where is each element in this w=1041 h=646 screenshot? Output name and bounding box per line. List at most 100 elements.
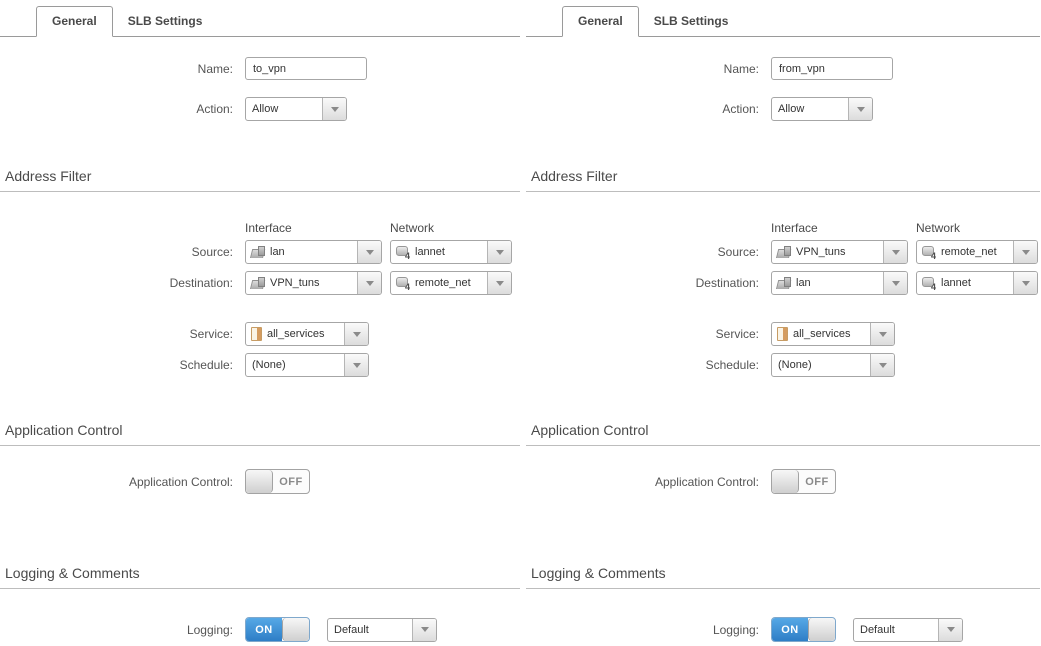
source-interface-value: lan <box>270 246 285 258</box>
application-control-toggle[interactable]: OFF <box>245 469 310 494</box>
chevron-down-icon <box>883 272 907 294</box>
service-dropdown[interactable]: all_services <box>771 322 895 346</box>
destination-interface-value: lan <box>796 277 811 289</box>
name-input[interactable] <box>245 57 367 80</box>
chevron-down-icon <box>357 272 381 294</box>
ip4-network-icon <box>922 277 936 290</box>
destination-label: Destination: <box>0 276 233 290</box>
chevron-down-icon <box>1013 241 1037 263</box>
dual-policy-view: General SLB Settings Name: Action: Allow… <box>0 0 1041 646</box>
logging-comments-heading: Logging & Comments <box>526 565 1040 589</box>
schedule-value: (None) <box>772 359 870 371</box>
destination-network-value: remote_net <box>415 277 471 289</box>
destination-interface-value: VPN_tuns <box>270 277 320 289</box>
tab-general[interactable]: General <box>562 6 639 37</box>
name-label: Name: <box>0 62 233 76</box>
service-label: Service: <box>0 327 233 341</box>
policy-panel-to-vpn: General SLB Settings Name: Action: Allow… <box>0 0 520 646</box>
service-value: all_services <box>267 328 324 340</box>
chevron-down-icon <box>1013 272 1037 294</box>
action-dropdown[interactable]: Allow <box>245 97 347 121</box>
destination-label: Destination: <box>526 276 759 290</box>
ip4-network-icon <box>396 246 410 259</box>
log-settings-dropdown[interactable]: Default <box>327 618 437 642</box>
ip4-network-icon <box>922 246 936 259</box>
application-control-label: Application Control: <box>526 475 759 489</box>
service-dropdown[interactable]: all_services <box>245 322 369 346</box>
toggle-knob <box>282 618 309 641</box>
toggle-state: ON <box>246 618 282 641</box>
chevron-down-icon <box>487 272 511 294</box>
application-control-heading: Application Control <box>526 422 1040 446</box>
network-column-header: Network <box>390 221 434 235</box>
chevron-down-icon <box>487 241 511 263</box>
service-icon <box>251 327 262 341</box>
toggle-state: OFF <box>273 470 309 493</box>
chevron-down-icon <box>322 98 346 120</box>
chevron-down-icon <box>870 323 894 345</box>
action-label: Action: <box>0 102 233 116</box>
application-control-toggle[interactable]: OFF <box>771 469 836 494</box>
action-value: Allow <box>246 103 322 115</box>
logging-toggle[interactable]: ON <box>771 617 836 642</box>
log-settings-value: Default <box>328 624 412 636</box>
address-filter-heading: Address Filter <box>0 168 520 192</box>
network-column-header: Network <box>916 221 960 235</box>
interface-column-header: Interface <box>771 221 916 235</box>
log-settings-dropdown[interactable]: Default <box>853 618 963 642</box>
logging-comments-heading: Logging & Comments <box>0 565 520 589</box>
action-dropdown[interactable]: Allow <box>771 97 873 121</box>
interface-icon <box>777 277 791 289</box>
toggle-knob <box>808 618 835 641</box>
action-label: Action: <box>526 102 759 116</box>
tab-general[interactable]: General <box>36 6 113 37</box>
interface-icon <box>251 246 265 258</box>
tab-slb-settings[interactable]: SLB Settings <box>113 7 218 36</box>
schedule-value: (None) <box>246 359 344 371</box>
tab-slb-settings[interactable]: SLB Settings <box>639 7 744 36</box>
source-interface-dropdown[interactable]: lan <box>245 240 382 264</box>
schedule-label: Schedule: <box>0 358 233 372</box>
source-interface-value: VPN_tuns <box>796 246 846 258</box>
source-interface-dropdown[interactable]: VPN_tuns <box>771 240 908 264</box>
interface-column-header: Interface <box>245 221 390 235</box>
destination-network-value: lannet <box>941 277 971 289</box>
logging-label: Logging: <box>526 623 759 637</box>
service-icon <box>777 327 788 341</box>
destination-network-dropdown[interactable]: remote_net <box>390 271 512 295</box>
schedule-dropdown[interactable]: (None) <box>771 353 895 377</box>
source-network-dropdown[interactable]: lannet <box>390 240 512 264</box>
name-input[interactable] <box>771 57 893 80</box>
tab-bar: General SLB Settings <box>0 0 520 37</box>
chevron-down-icon <box>938 619 962 641</box>
chevron-down-icon <box>344 323 368 345</box>
interface-icon <box>251 277 265 289</box>
destination-network-dropdown[interactable]: lannet <box>916 271 1038 295</box>
logging-toggle[interactable]: ON <box>245 617 310 642</box>
application-control-label: Application Control: <box>0 475 233 489</box>
name-label: Name: <box>526 62 759 76</box>
tab-bar: General SLB Settings <box>526 0 1040 37</box>
logging-label: Logging: <box>0 623 233 637</box>
chevron-down-icon <box>870 354 894 376</box>
policy-panel-from-vpn: General SLB Settings Name: Action: Allow… <box>520 0 1040 646</box>
application-control-heading: Application Control <box>0 422 520 446</box>
destination-interface-dropdown[interactable]: VPN_tuns <box>245 271 382 295</box>
toggle-knob <box>246 470 273 493</box>
source-network-value: lannet <box>415 246 445 258</box>
log-settings-value: Default <box>854 624 938 636</box>
chevron-down-icon <box>357 241 381 263</box>
chevron-down-icon <box>344 354 368 376</box>
toggle-state: ON <box>772 618 808 641</box>
schedule-dropdown[interactable]: (None) <box>245 353 369 377</box>
source-network-dropdown[interactable]: remote_net <box>916 240 1038 264</box>
action-value: Allow <box>772 103 848 115</box>
source-label: Source: <box>526 245 759 259</box>
chevron-down-icon <box>883 241 907 263</box>
source-network-value: remote_net <box>941 246 997 258</box>
toggle-knob <box>772 470 799 493</box>
chevron-down-icon <box>848 98 872 120</box>
schedule-label: Schedule: <box>526 358 759 372</box>
destination-interface-dropdown[interactable]: lan <box>771 271 908 295</box>
address-filter-heading: Address Filter <box>526 168 1040 192</box>
